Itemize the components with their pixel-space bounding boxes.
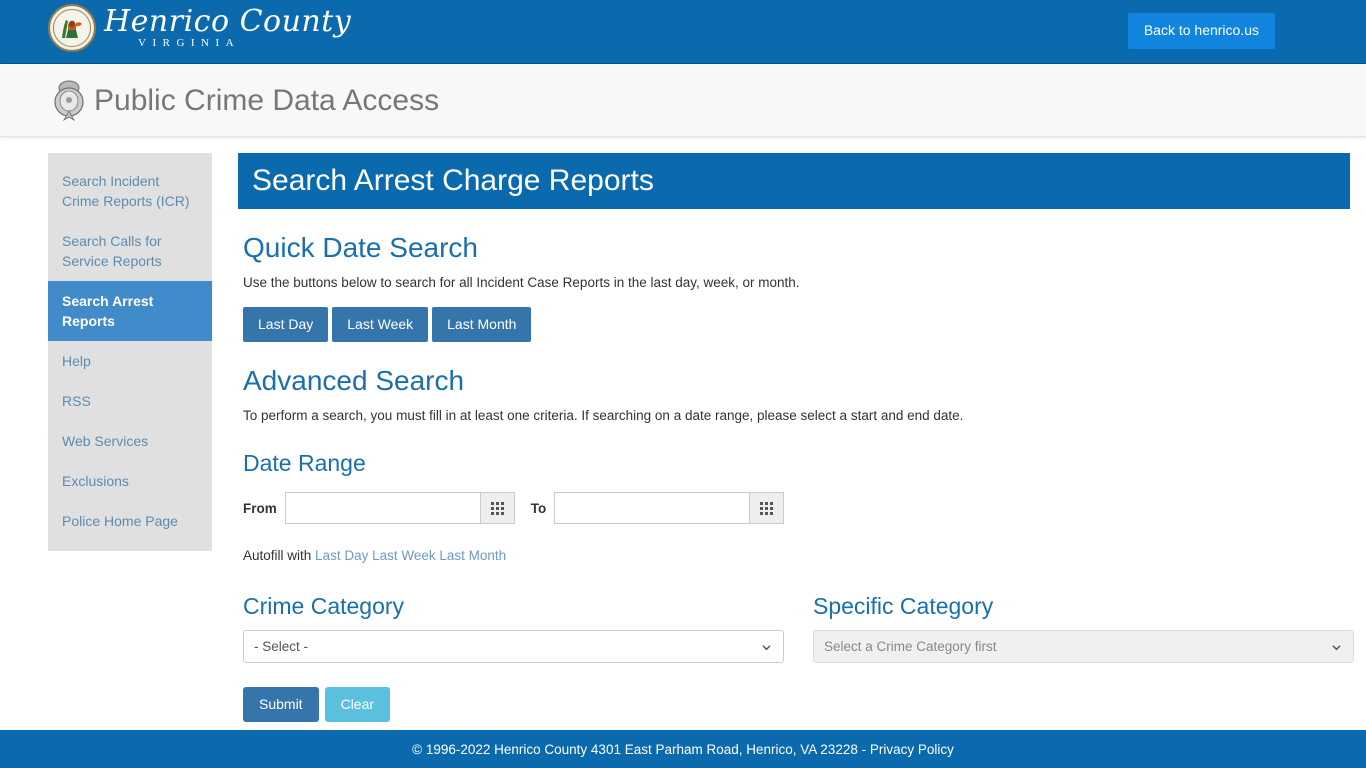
to-date-input[interactable] [554, 492, 750, 524]
from-label: From [243, 500, 277, 516]
from-calendar-button[interactable] [479, 492, 515, 524]
brand-logo[interactable]: Henrico County VIRGINIA [48, 4, 351, 52]
calendar-grid-icon [490, 501, 504, 515]
autofill-last-month-link[interactable]: Last Month [439, 548, 506, 563]
specific-category-column: Specific Category Select a Crime Categor… [808, 569, 1354, 663]
footer-text: © 1996-2022 Henrico County 4301 East Par… [412, 741, 870, 757]
sidebar-item-exclusions[interactable]: Exclusions [48, 461, 212, 501]
specific-category-heading: Specific Category [813, 593, 994, 619]
sidebar-item-police-home-page[interactable]: Police Home Page [48, 501, 212, 541]
form-action-buttons: Submit Clear [243, 687, 1350, 722]
police-badge-icon [54, 80, 84, 122]
quick-last-day-button[interactable]: Last Day [243, 307, 329, 342]
to-calendar-button[interactable] [749, 492, 785, 524]
advanced-search-heading: Advanced Search [243, 365, 465, 396]
from-date-input[interactable] [284, 492, 480, 524]
main-content: Search Arrest Charge Reports Quick Date … [238, 153, 1354, 722]
autofill-row: Autofill with Last Day Last Week Last Mo… [243, 548, 1350, 563]
sidebar-item-search-arrest-reports[interactable]: Search Arrest Reports [48, 281, 212, 341]
crime-category-heading: Crime Category [243, 593, 405, 619]
quick-last-week-button[interactable]: Last Week [332, 307, 429, 342]
clear-button[interactable]: Clear [324, 687, 391, 722]
brand-header-bar: Henrico County VIRGINIA Back to henrico.… [0, 0, 1366, 64]
page-title: Search Arrest Charge Reports [252, 164, 654, 197]
autofill-last-day-link[interactable]: Last Day [315, 548, 368, 563]
crime-category-select[interactable]: - Select - [243, 630, 784, 663]
autofill-prefix-label: Autofill with [243, 548, 312, 563]
app-subheader: Public Crime Data Access [0, 65, 1366, 137]
to-date-group [554, 492, 785, 524]
date-range-row: From To [243, 492, 1350, 524]
footer-copyright-text: © 1996-2022 Henrico County 4301 East Par… [412, 742, 954, 757]
sidebar-nav: Search Incident Crime Reports (ICR) Searc… [48, 153, 212, 551]
crime-category-column: Crime Category - Select - [238, 569, 784, 663]
quick-last-month-button[interactable]: Last Month [432, 307, 532, 342]
brand-state-name: VIRGINIA [138, 37, 241, 49]
category-row: Crime Category - Select - Specific Categ… [238, 569, 1354, 663]
sidebar-item-help[interactable]: Help [48, 341, 212, 381]
henrico-county-seal-icon [48, 4, 96, 52]
sidebar-item-web-services[interactable]: Web Services [48, 421, 212, 461]
from-date-group [284, 492, 515, 524]
sidebar-item-search-calls-for-service-reports[interactable]: Search Calls for Service Reports [48, 221, 212, 281]
page-title-bar: Search Arrest Charge Reports [238, 153, 1350, 209]
page-footer: © 1996-2022 Henrico County 4301 East Par… [0, 730, 1366, 768]
sidebar-item-search-incident-crime-reports[interactable]: Search Incident Crime Reports (ICR) [48, 161, 212, 221]
seal-figure-icon [62, 19, 82, 38]
quick-date-search-description: Use the buttons below to search for all … [243, 275, 800, 290]
specific-category-select[interactable]: Select a Crime Category first [813, 630, 1354, 663]
autofill-last-week-link[interactable]: Last Week [372, 548, 436, 563]
privacy-policy-link[interactable]: Privacy Policy [870, 742, 954, 757]
calendar-grid-icon [760, 501, 774, 515]
submit-button[interactable]: Submit [243, 687, 319, 722]
sidebar-item-rss[interactable]: RSS [48, 381, 212, 421]
date-range-heading: Date Range [243, 450, 366, 476]
to-label: To [530, 500, 547, 516]
brand-county-name: Henrico County [104, 4, 352, 39]
quick-date-search-heading: Quick Date Search [243, 232, 478, 263]
app-title: Public Crime Data Access [94, 84, 440, 117]
quick-date-buttons: Last Day Last Week Last Month [243, 307, 1350, 342]
advanced-search-description: To perform a search, you must fill in at… [243, 408, 964, 423]
back-to-henrico-button[interactable]: Back to henrico.us [1127, 13, 1275, 49]
